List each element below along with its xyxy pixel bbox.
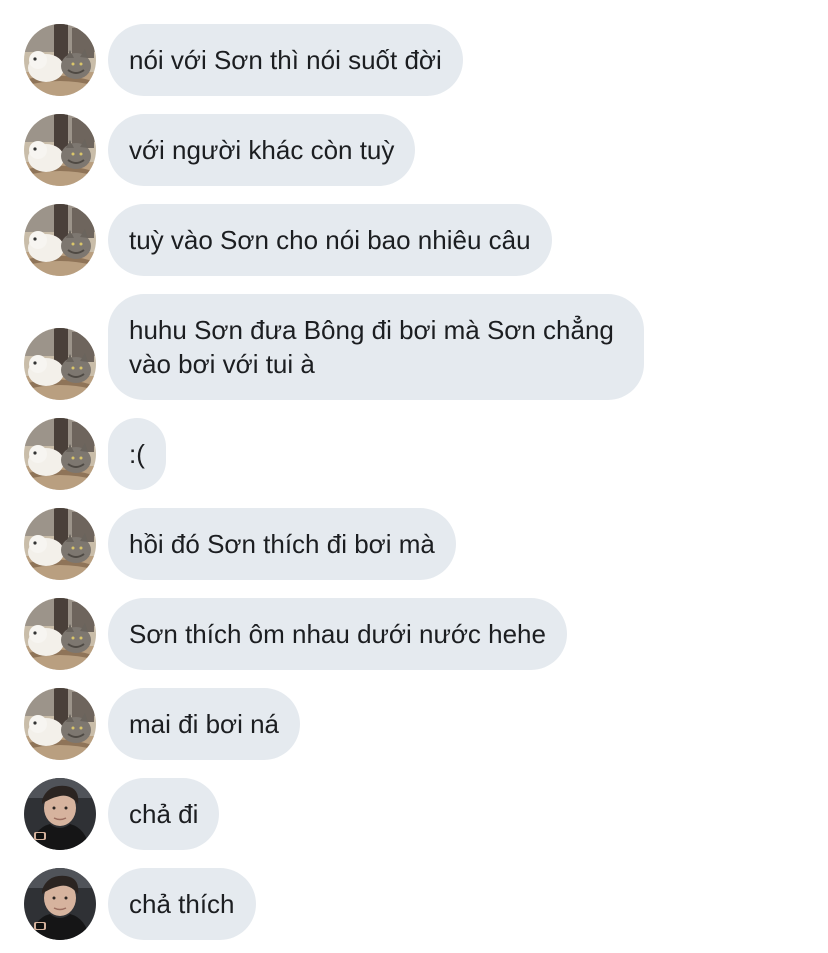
pet-photo-icon — [24, 598, 96, 670]
message-bubble[interactable]: Sơn thích ôm nhau dưới nước hehe — [108, 598, 567, 670]
message-bubble[interactable]: mai đi bơi ná — [108, 688, 301, 760]
sender-avatar[interactable] — [24, 418, 96, 490]
pet-photo-icon — [24, 688, 96, 760]
pet-photo-icon — [24, 204, 96, 276]
sender-avatar[interactable] — [24, 598, 96, 670]
pet-photo-icon — [24, 24, 96, 96]
sender-avatar[interactable] — [24, 328, 96, 400]
message-bubble[interactable]: hồi đó Sơn thích đi bơi mà — [108, 508, 456, 580]
sender-avatar[interactable] — [24, 778, 96, 850]
pet-photo-icon — [24, 418, 96, 490]
message-bubble[interactable]: nói với Sơn thì nói suốt đời — [108, 24, 463, 96]
sender-avatar[interactable] — [24, 204, 96, 276]
message-bubble[interactable]: chả đi — [108, 778, 220, 850]
message-bubble[interactable]: chả thích — [108, 868, 256, 940]
sender-avatar[interactable] — [24, 24, 96, 96]
message-bubble[interactable]: tuỳ vào Sơn cho nói bao nhiêu câu — [108, 204, 552, 276]
man-photo-icon — [24, 868, 96, 940]
pet-photo-icon — [24, 328, 96, 400]
message-bubble[interactable]: :( — [108, 418, 166, 490]
message-bubble[interactable]: huhu Sơn đưa Bông đi bơi mà Sơn chẳng và… — [108, 294, 644, 400]
pet-photo-icon — [24, 114, 96, 186]
pet-photo-icon — [24, 508, 96, 580]
man-photo-icon — [24, 778, 96, 850]
sender-avatar[interactable] — [24, 508, 96, 580]
sender-avatar[interactable] — [24, 114, 96, 186]
sender-avatar[interactable] — [24, 688, 96, 760]
message-bubble[interactable]: với người khác còn tuỳ — [108, 114, 416, 186]
sender-avatar[interactable] — [24, 868, 96, 940]
